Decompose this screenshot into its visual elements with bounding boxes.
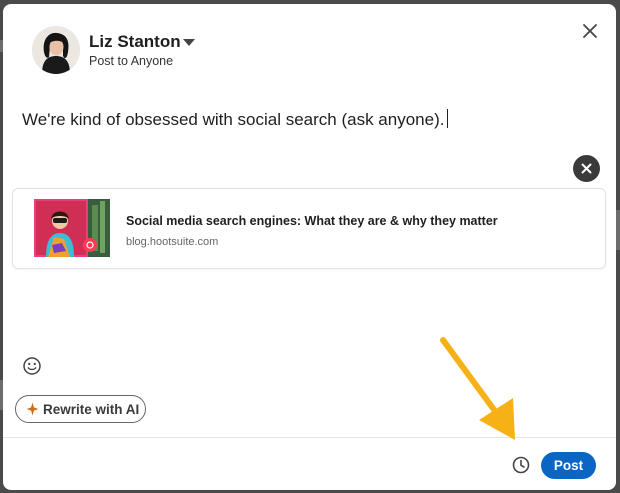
- link-preview-card[interactable]: Social media search engines: What they a…: [12, 188, 606, 269]
- smiley-icon: [23, 357, 41, 375]
- post-text: We're kind of obsessed with social searc…: [22, 110, 445, 129]
- clock-icon: [512, 456, 530, 474]
- post-text-editor[interactable]: We're kind of obsessed with social searc…: [22, 109, 449, 130]
- link-preview-domain: blog.hootsuite.com: [126, 236, 219, 248]
- remove-preview-button[interactable]: [573, 155, 600, 182]
- rewrite-with-ai-button[interactable]: Rewrite with AI: [15, 395, 146, 423]
- close-icon: [583, 24, 597, 38]
- schedule-post-button[interactable]: [511, 455, 531, 475]
- create-post-modal: Liz Stanton Post to Anyone We're kind of…: [3, 4, 616, 490]
- annotation-arrow-icon: [440, 337, 515, 440]
- close-button[interactable]: [577, 18, 603, 44]
- author-name[interactable]: Liz Stanton: [89, 32, 181, 52]
- footer-divider: [3, 437, 616, 438]
- text-cursor: [447, 109, 449, 128]
- link-preview-thumbnail: [34, 199, 110, 257]
- post-button[interactable]: Post: [541, 452, 596, 479]
- emoji-button[interactable]: [22, 356, 42, 376]
- sparkle-icon: [26, 402, 39, 416]
- rewrite-with-ai-label: Rewrite with AI: [43, 402, 140, 417]
- author-avatar: [32, 26, 80, 74]
- close-icon: [581, 163, 592, 174]
- link-preview-title: Social media search engines: What they a…: [126, 214, 498, 228]
- caret-down-icon[interactable]: [183, 39, 195, 46]
- audience-selector[interactable]: Post to Anyone: [89, 54, 173, 68]
